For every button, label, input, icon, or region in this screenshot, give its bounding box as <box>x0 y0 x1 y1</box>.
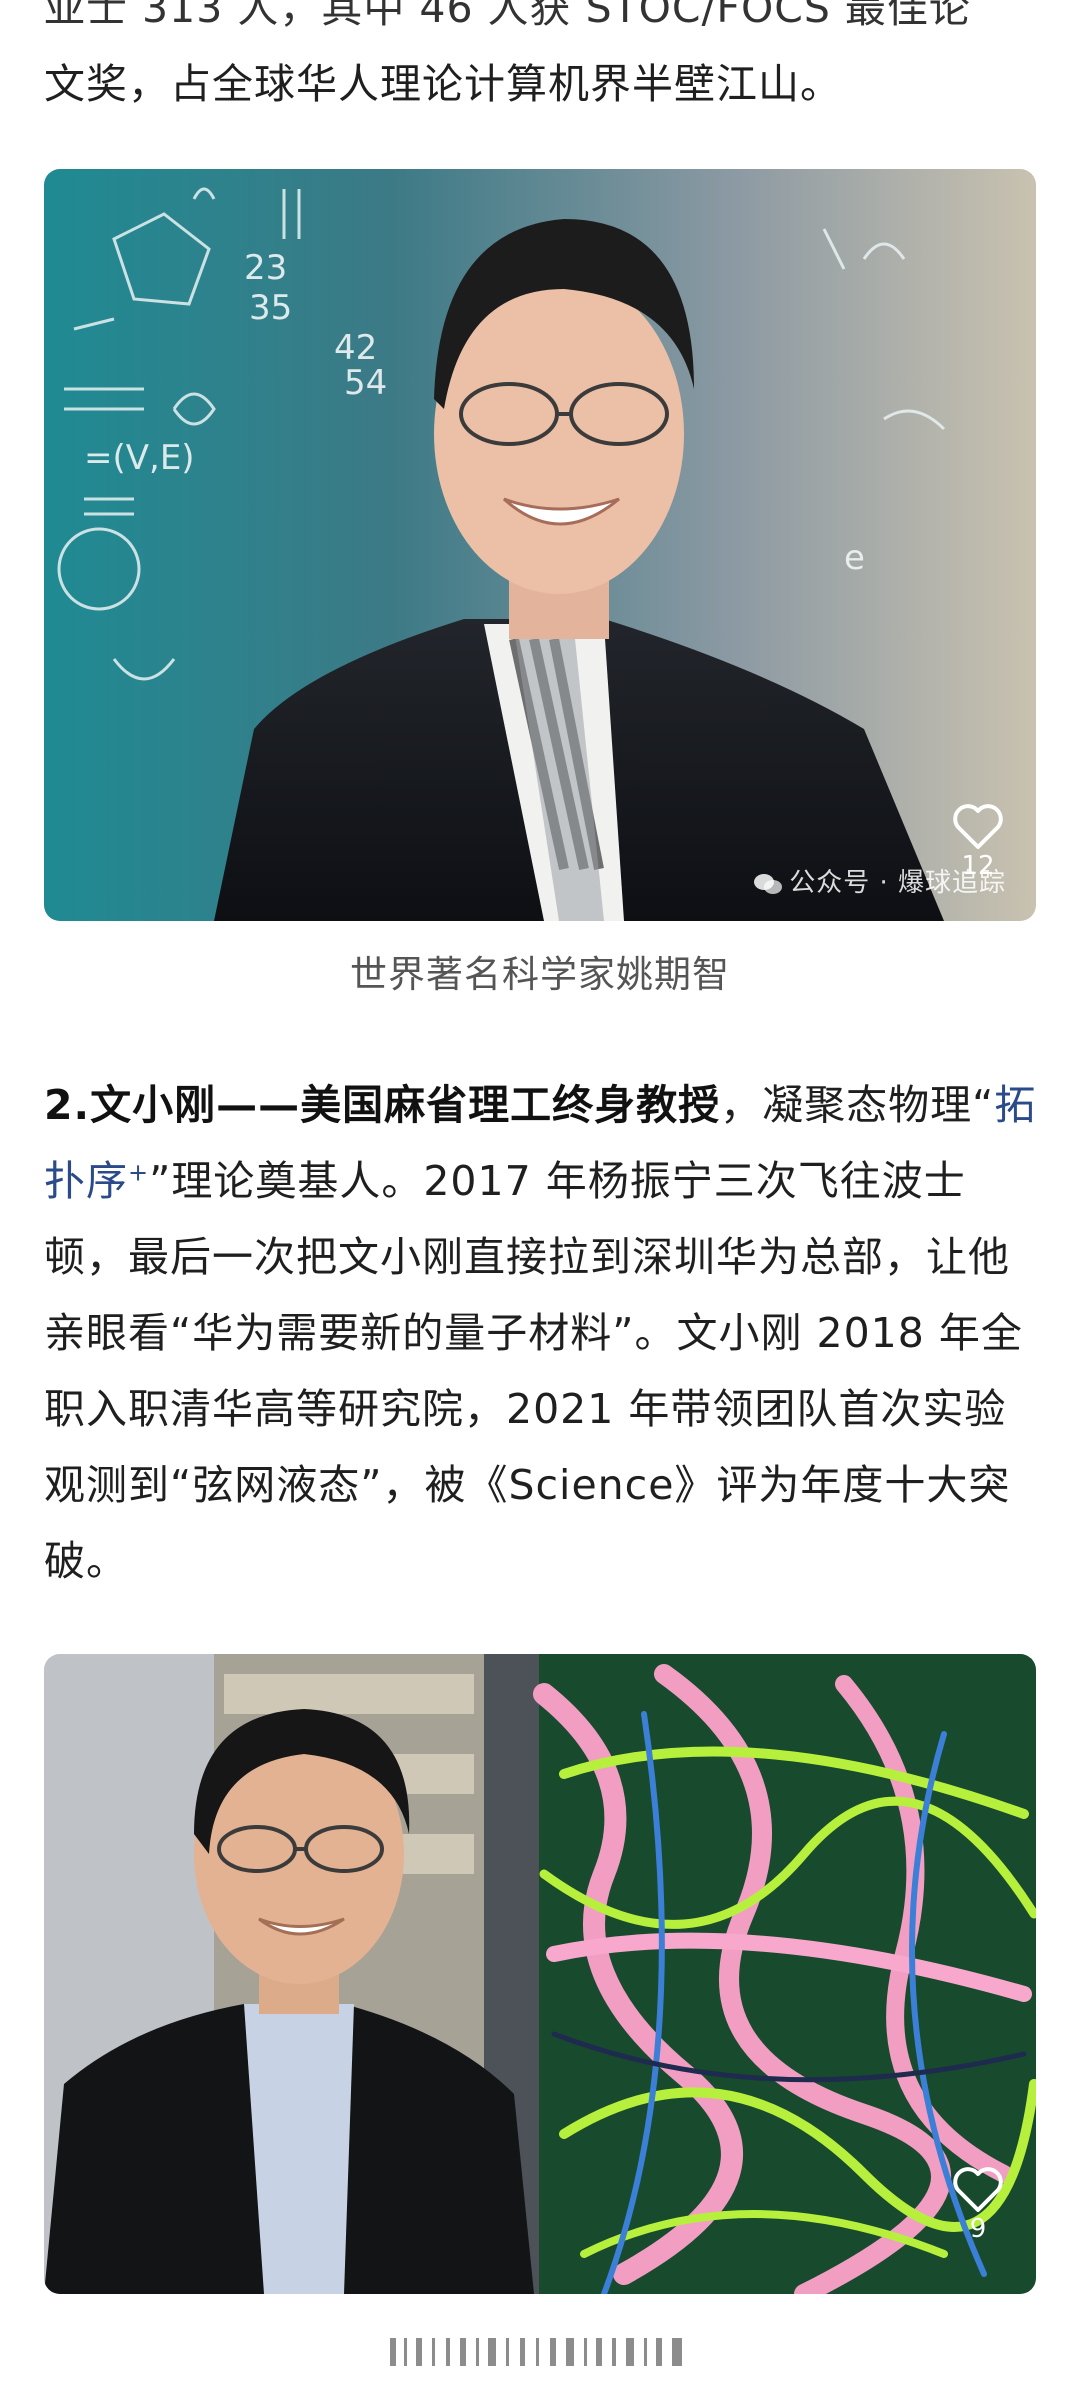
svg-text:=(V,E): =(V,E) <box>84 438 195 478</box>
wechat-icon <box>754 873 783 894</box>
svg-text:54: 54 <box>344 363 387 403</box>
link-plus-icon[interactable]: + <box>128 1158 149 1186</box>
heart-icon <box>953 804 1003 849</box>
watermark: 公众号 · 爆球追踪 <box>753 862 1006 899</box>
svg-text:42: 42 <box>334 328 377 368</box>
heart-icon <box>953 2167 1003 2212</box>
image-caption: 世界著名科学家姚期智 <box>350 953 730 996</box>
watermark-text: 公众号 · 爆球追踪 <box>789 868 1006 898</box>
like-control-2[interactable]: 9 <box>948 2166 1008 2244</box>
scroll-indicator <box>0 2332 1080 2372</box>
svg-text:e: e <box>844 538 865 578</box>
intro-line-2: 文奖，占全球华人理论计算机界半壁江山。 <box>44 60 842 108</box>
intro-line-1: 亚士 313 人，其中 46 人获 STOC/FOCS 最佳论 <box>44 0 971 32</box>
paragraph-text-1: ，凝聚态物理“ <box>720 1081 995 1129</box>
like-count-2: 9 <box>969 2214 987 2244</box>
paragraph-wen-xiaogang: 2.文小刚——美国麻省理工终身教授，凝聚态物理“拓扑序+”理论奠基人。2017 … <box>44 1067 1040 1599</box>
paragraph-text-2: ”理论奠基人。2017 年杨振宁三次飞往波士顿，最后一次把文小刚直接拉到深圳华为… <box>44 1157 1023 1585</box>
yao-photo-art: 23 35 42 54 =(V,E) e <box>44 169 1036 921</box>
svg-text:35: 35 <box>249 288 292 328</box>
wen-photo-art <box>44 1654 1036 2294</box>
barcode-decoration <box>390 2338 682 2366</box>
intro-paragraph: 亚士 313 人，其中 46 人获 STOC/FOCS 最佳论 文奖，占全球华人… <box>44 0 1040 122</box>
svg-text:23: 23 <box>244 248 287 288</box>
yao-photo[interactable]: 23 35 42 54 =(V,E) e 12 公众号 · 爆球追踪 <box>44 169 1036 921</box>
section-heading: 2.文小刚——美国麻省理工终身教授 <box>44 1081 721 1129</box>
wen-photo[interactable]: 9 <box>44 1654 1036 2294</box>
